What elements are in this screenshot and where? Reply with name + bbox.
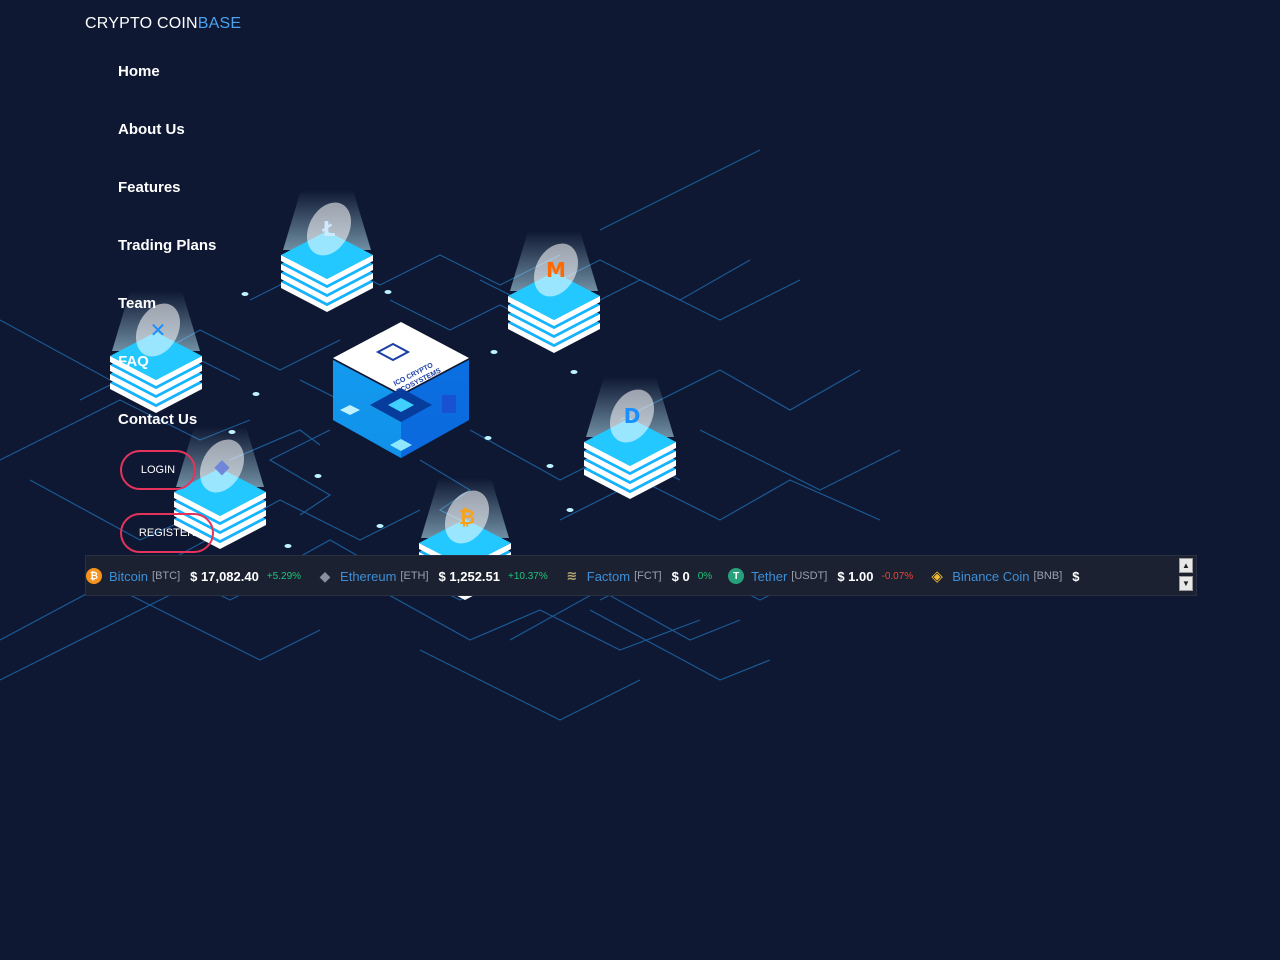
ticker-item-ethereum[interactable]: ◆ Ethereum [ETH] $ 1,252.51 +10.37% — [317, 568, 548, 584]
arrow-down-icon: ▼ — [1182, 579, 1190, 588]
coin-change: -0.07% — [881, 570, 914, 582]
nav-item-about-us[interactable]: About Us — [118, 121, 185, 138]
coin-symbol: [ETH] — [400, 570, 429, 582]
binance-icon: ◈ — [931, 568, 943, 585]
bitcoin-stack-glyph: ₿ — [459, 505, 475, 529]
coin-price: $ 0 — [671, 568, 690, 584]
ticker-item-bitcoin[interactable]: ₿ Bitcoin [BTC] $ 17,082.40 +5.29% — [86, 568, 301, 584]
coin-name: Tether — [751, 568, 788, 584]
dash-stack-glyph: D — [624, 404, 641, 428]
bitcoin-icon: ₿ — [86, 568, 102, 584]
ticker-scrollbar[interactable]: ▲ ▼ — [1179, 558, 1193, 593]
nav-item-team[interactable]: Team — [118, 295, 156, 312]
nav-item-features[interactable]: Features — [118, 179, 181, 196]
litecoin-stack-glyph: Ł — [322, 217, 336, 241]
coin-change: 0% — [697, 570, 713, 582]
coin-name: Ethereum — [340, 568, 397, 584]
coin-change: +10.37% — [508, 570, 548, 582]
nav-item-home[interactable]: Home — [118, 63, 160, 80]
nav-item-contact-us[interactable]: Contact Us — [118, 411, 197, 428]
coin-symbol: [USDT] — [791, 570, 828, 582]
ethereum-icon: ◆ — [319, 567, 331, 584]
coin-price: $ — [1072, 568, 1080, 584]
ticker-item-binance-coin[interactable]: ◈ Binance Coin [BNB] $ — [929, 568, 1087, 585]
login-button[interactable]: LOGIN — [120, 450, 196, 490]
scroll-up-button[interactable]: ▲ — [1179, 558, 1193, 573]
coin-symbol: [BNB] — [1033, 570, 1063, 582]
ripple-stack-glyph: ✕ — [150, 318, 167, 342]
nav-item-trading-plans[interactable]: Trading Plans — [118, 237, 216, 254]
brand-name-main: CRYPTO COIN — [85, 15, 198, 32]
ticker-item-factom[interactable]: ≋ Factom [FCT] $ 0 0% — [564, 568, 712, 584]
coin-symbol: [FCT] — [634, 570, 662, 582]
ticker-track: ₿ Bitcoin [BTC] $ 17,082.40 +5.29% ◆ Eth… — [86, 556, 1103, 595]
coin-symbol: [BTC] — [152, 570, 181, 582]
price-ticker: ₿ Bitcoin [BTC] $ 17,082.40 +5.29% ◆ Eth… — [85, 555, 1197, 596]
ticker-item-tether[interactable]: T Tether [USDT] $ 1.00 -0.07% — [728, 568, 913, 584]
circuit-lines — [0, 149, 901, 721]
coin-name: Binance Coin — [952, 568, 1030, 584]
coin-price: $ 1.00 — [837, 568, 874, 584]
factom-icon: ≋ — [566, 568, 578, 583]
nav-item-faq[interactable]: FAQ — [118, 353, 149, 370]
coin-name: Factom — [586, 568, 631, 584]
scroll-down-button[interactable]: ▼ — [1179, 576, 1193, 591]
register-button[interactable]: REGISTER — [120, 513, 214, 553]
monero-stack-glyph: M — [546, 258, 566, 282]
ethereum-stack-glyph: ◆ — [214, 454, 230, 478]
brand-logo[interactable]: CRYPTO COINBASE — [85, 15, 241, 33]
coin-price: $ 1,252.51 — [438, 568, 500, 584]
coin-price: $ 17,082.40 — [190, 568, 259, 584]
coin-name: Bitcoin — [109, 568, 149, 584]
tether-icon: T — [728, 568, 745, 584]
arrow-up-icon: ▲ — [1182, 561, 1190, 570]
coin-change: +5.29% — [266, 570, 302, 582]
brand-name-accent: BASE — [197, 15, 242, 32]
center-server: ICO CRYPTO ECOSYSTEMS — [333, 322, 469, 458]
